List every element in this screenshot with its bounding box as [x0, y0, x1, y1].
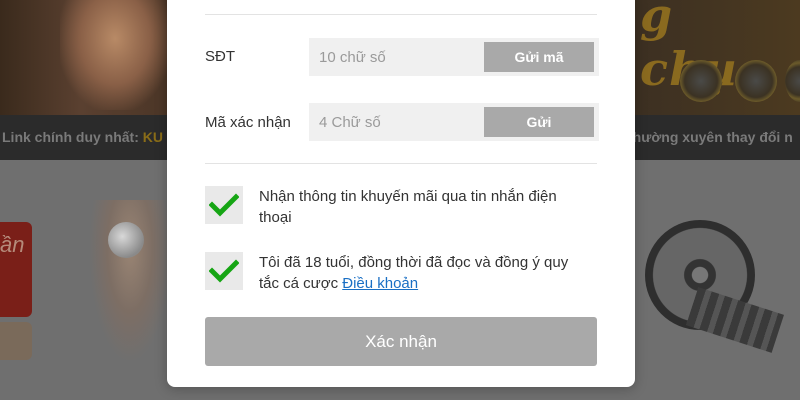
- terms-link[interactable]: Điều khoản: [342, 275, 418, 292]
- phone-label: SĐT: [205, 48, 235, 65]
- marquee-highlight: KU: [142, 129, 164, 145]
- verification-code-container: Gửi: [309, 103, 599, 141]
- background-volleyball-icon: [108, 222, 144, 258]
- send-button[interactable]: Gửi: [484, 107, 594, 137]
- promo-sms-checkbox-label: Nhận thông tin khuyến mãi qua tin nhắn đ…: [259, 188, 557, 226]
- phone-field-container: Gửi mã: [309, 38, 599, 76]
- confirm-button[interactable]: Xác nhận: [205, 317, 597, 366]
- background-marquee-text-right: thường xuyên thay đổi n: [628, 129, 793, 145]
- background-promo-tag-small: [0, 322, 32, 360]
- age-terms-checkbox[interactable]: [205, 252, 243, 290]
- verification-code-label: Mã xác nhận: [205, 114, 291, 131]
- promo-sms-checkbox[interactable]: [205, 186, 243, 224]
- phone-input[interactable]: [309, 38, 479, 76]
- background-coin-icon: [680, 60, 722, 102]
- register-modal: SĐT Gửi mã Mã xác nhận Gửi Nhận thông ti…: [167, 0, 635, 387]
- divider: [205, 163, 597, 164]
- background-coin-icon: [735, 60, 777, 102]
- check-icon: [209, 259, 239, 283]
- divider: [205, 14, 597, 15]
- check-icon: [209, 193, 239, 217]
- age-terms-checkbox-label: Tôi đã 18 tuổi, đồng thời đã đọc và đồng…: [259, 252, 579, 294]
- marquee-prefix: Link chính duy nhất:: [2, 129, 143, 145]
- background-promo-tag-text: ần: [0, 232, 25, 257]
- background-hero-model-image: [60, 0, 170, 110]
- verification-code-input[interactable]: [309, 103, 479, 141]
- send-code-button[interactable]: Gửi mã: [484, 42, 594, 72]
- background-marquee-text: Link chính duy nhất: KU: [2, 129, 163, 145]
